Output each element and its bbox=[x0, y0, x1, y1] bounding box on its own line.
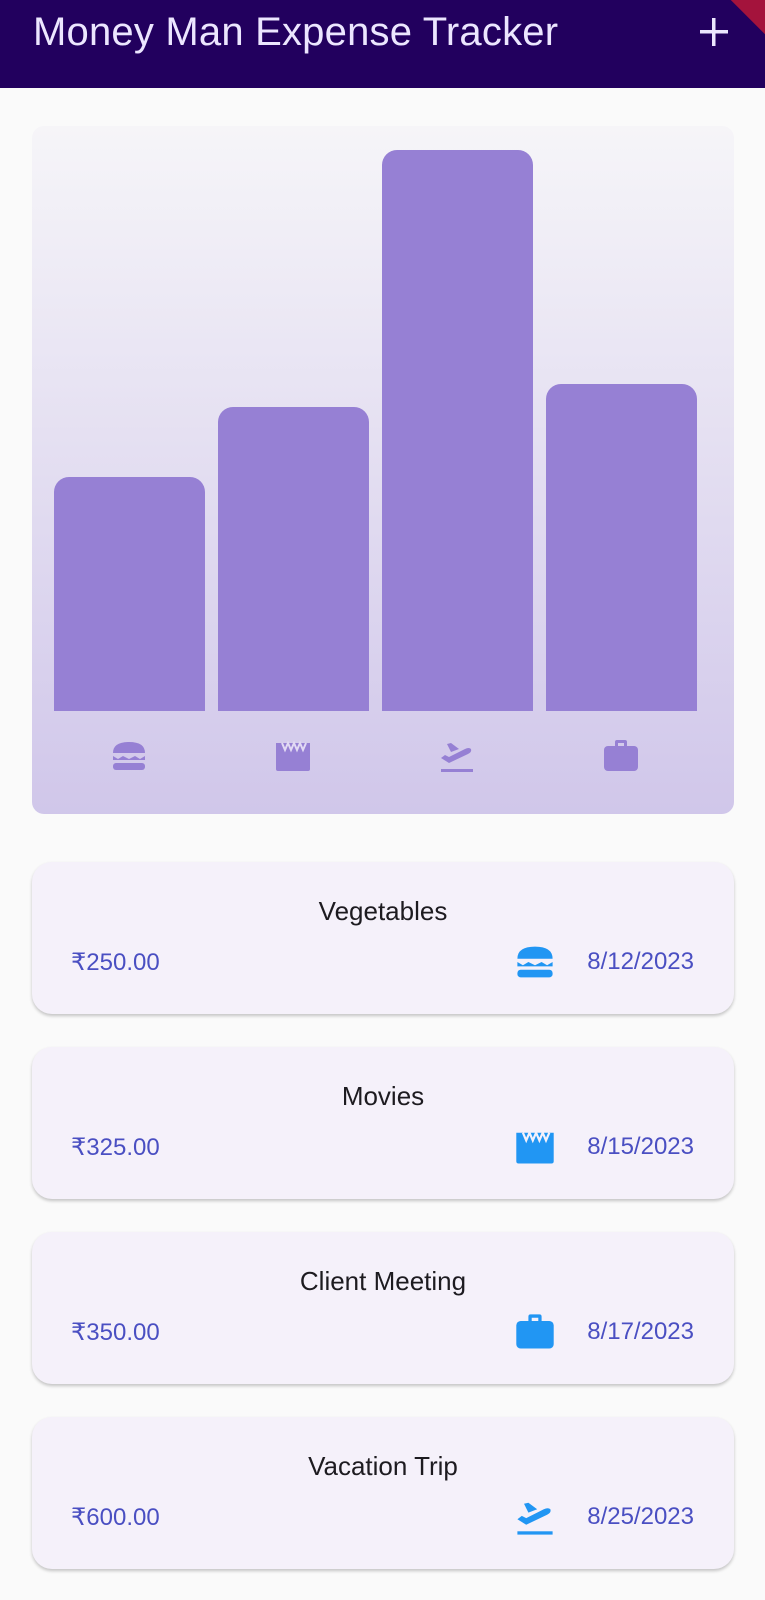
expense-title: Vegetables bbox=[318, 896, 448, 926]
chart-bar-work bbox=[546, 150, 697, 711]
flight-takeoff-icon bbox=[517, 1502, 553, 1535]
briefcase-icon bbox=[516, 1314, 554, 1349]
burger-icon bbox=[113, 742, 145, 770]
expense-date: 8/15/2023 bbox=[587, 1133, 694, 1160]
briefcase-icon bbox=[604, 740, 638, 771]
chart-bar-fill bbox=[546, 383, 697, 711]
chart-bar-fill bbox=[382, 150, 533, 711]
expense-title: Movies bbox=[341, 1081, 425, 1111]
chart-bar-leisure bbox=[218, 150, 369, 711]
clapperboard-icon bbox=[276, 740, 310, 771]
expense-item[interactable]: Client Meeting ₹350.00 8/17/2023 bbox=[32, 1232, 734, 1384]
expense-item[interactable]: Vegetables ₹250.00 8/12/2023 bbox=[32, 862, 734, 1014]
expense-date: 8/17/2023 bbox=[587, 1318, 694, 1345]
expense-amount: ₹250.00 bbox=[71, 949, 160, 976]
burger-icon bbox=[517, 946, 553, 978]
expense-amount: ₹350.00 bbox=[71, 1319, 160, 1346]
chart-bar-fill bbox=[218, 407, 369, 711]
expense-item[interactable]: Movies ₹325.00 8/15/2023 bbox=[32, 1047, 734, 1199]
expense-item[interactable]: Vacation Trip ₹600.00 8/25/2023 bbox=[32, 1417, 734, 1569]
expense-amount: ₹325.00 bbox=[71, 1134, 160, 1161]
app-title: Money Man Expense Tracker bbox=[33, 10, 559, 54]
expense-chart bbox=[32, 126, 734, 814]
app-bar: Money Man Expense Tracker bbox=[0, 0, 765, 88]
expense-title: Client Meeting bbox=[299, 1266, 467, 1296]
expense-date: 8/12/2023 bbox=[587, 948, 694, 975]
chart-bar-travel bbox=[382, 150, 533, 711]
chart-bar-fill bbox=[54, 477, 205, 711]
chart-bar-food bbox=[54, 150, 205, 711]
expense-date: 8/25/2023 bbox=[587, 1503, 694, 1530]
clapperboard-icon bbox=[516, 1129, 554, 1164]
expense-title: Vacation Trip bbox=[308, 1451, 458, 1481]
expense-amount: ₹600.00 bbox=[71, 1504, 160, 1531]
plus-icon bbox=[700, 18, 728, 46]
add-expense-button[interactable] bbox=[694, 12, 734, 52]
flight-takeoff-icon bbox=[441, 743, 473, 772]
